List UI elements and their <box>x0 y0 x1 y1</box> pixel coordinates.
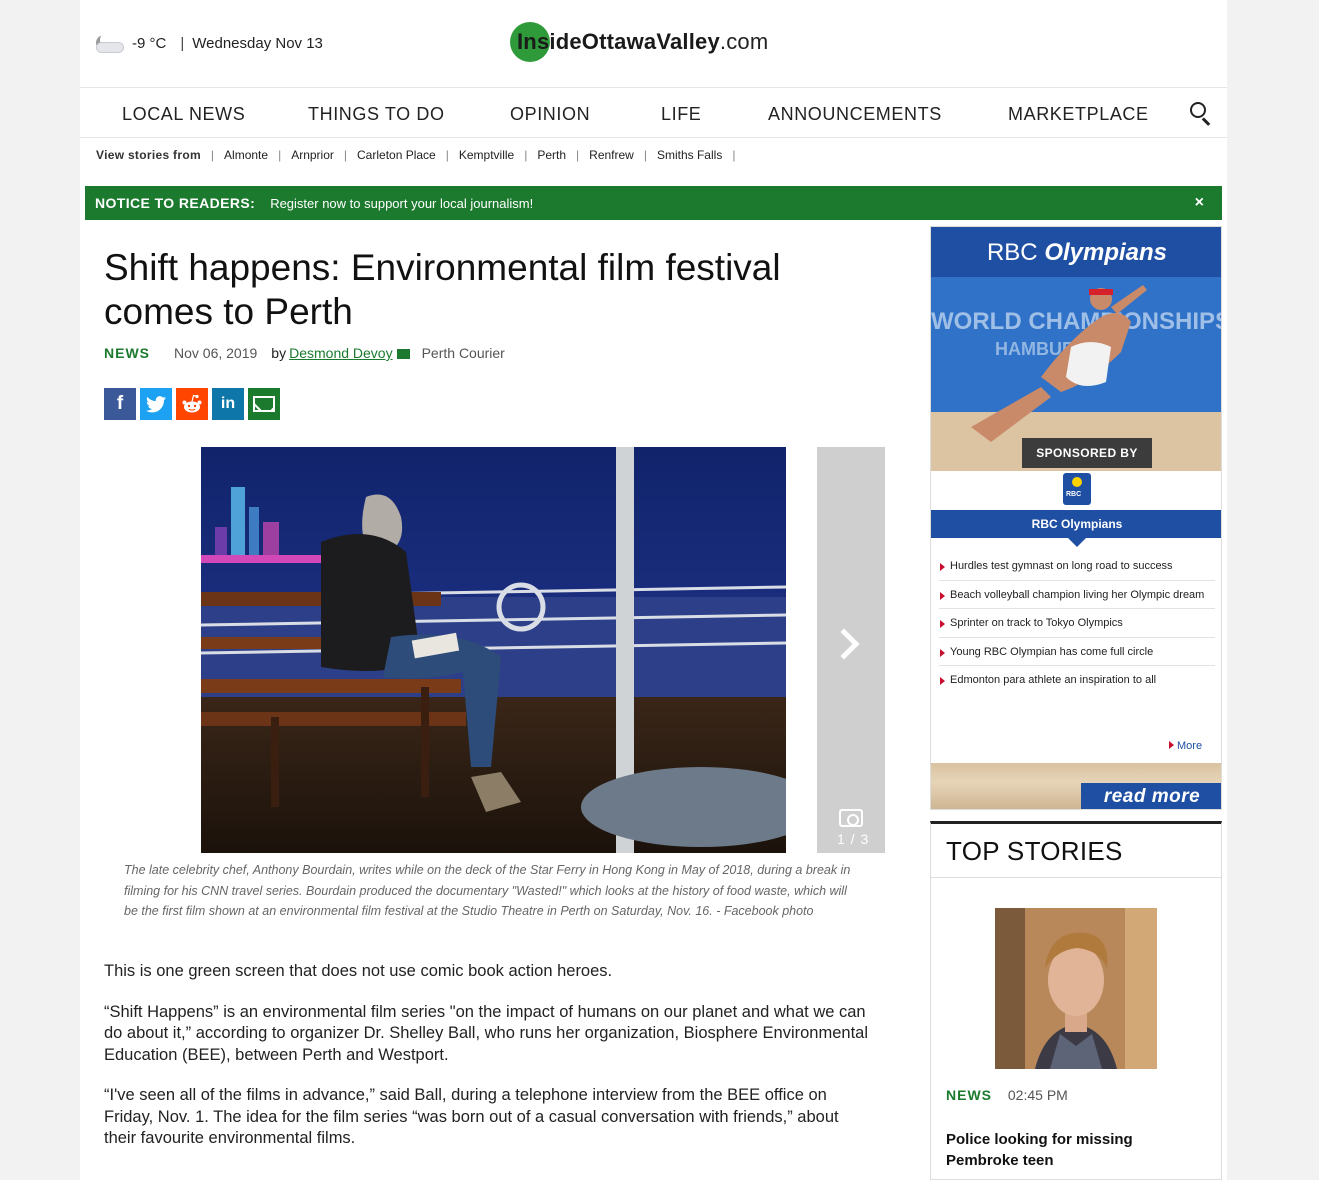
chevron-right-icon[interactable] <box>828 628 860 660</box>
nav-local-news[interactable]: LOCAL NEWS <box>122 104 245 125</box>
ad-more-link[interactable]: More <box>1169 740 1202 752</box>
top-story-meta: NEWS 02:45 PM <box>946 1087 1068 1103</box>
gallery-next-panel[interactable]: 1 / 3 <box>817 447 885 853</box>
facebook-share-button[interactable]: f <box>104 388 136 420</box>
rbc-logo-icon[interactable] <box>1063 473 1091 505</box>
page: -9 °C | Wednesday Nov 13 InsideOttawaVal… <box>80 0 1227 1180</box>
ad-more-label: More <box>1177 740 1203 752</box>
top-bar: -9 °C | Wednesday Nov 13 InsideOttawaVal… <box>80 0 1227 88</box>
sponsored-label: SPONSORED BY <box>1022 438 1152 468</box>
article-section[interactable]: NEWS <box>104 345 150 361</box>
byline-prefix: by <box>271 345 287 361</box>
linkedin-share-button[interactable]: in <box>212 388 244 420</box>
author-link[interactable]: Desmond Devoy <box>289 345 393 361</box>
ad-story-link[interactable]: Edmonton para athlete an inspiration to … <box>939 674 1215 694</box>
town-link-smiths-falls[interactable]: Smiths Falls <box>657 148 722 162</box>
notice-message[interactable]: Register now to support your local journ… <box>270 196 533 211</box>
town-link-carleton-place[interactable]: Carleton Place <box>357 148 436 162</box>
top-story-section[interactable]: NEWS <box>946 1087 992 1103</box>
ad-story-link[interactable]: Young RBC Olympian has come full circle <box>939 646 1215 666</box>
photo-caption: The late celebrity chef, Anthony Bourdai… <box>124 863 851 918</box>
town-link-arnprior[interactable]: Arnprior <box>291 148 334 162</box>
logo-suffix: .com <box>719 29 769 54</box>
article-paragraph: “Shift Happens” is an environmental film… <box>104 1002 869 1064</box>
email-icon <box>253 396 275 412</box>
nav-opinion[interactable]: OPINION <box>510 104 590 125</box>
reddit-share-button[interactable] <box>176 388 208 420</box>
separator: | <box>180 34 185 52</box>
email-share-button[interactable] <box>248 388 280 420</box>
logo-main-text: InsideOttawaValley <box>517 29 720 54</box>
notice-banner[interactable]: NOTICE TO READERS: Register now to suppo… <box>85 186 1222 220</box>
ferry-deck-photo <box>201 447 786 853</box>
article-meta: NEWS Nov 06, 2019 by Desmond Devoy Perth… <box>104 345 505 361</box>
ad-story-link[interactable]: Hurdles test gymnast on long road to suc… <box>939 560 1215 581</box>
divider <box>931 877 1221 878</box>
teen-portrait-image <box>995 908 1157 1069</box>
main-navigation: LOCAL NEWS THINGS TO DO OPINION LIFE ANN… <box>80 88 1227 138</box>
town-link-kemptville[interactable]: Kemptville <box>459 148 514 162</box>
town-link-renfrew[interactable]: Renfrew <box>589 148 634 162</box>
camera-icon <box>839 809 863 827</box>
read-more-button[interactable]: read more <box>1081 783 1221 809</box>
ad-banner-image: WORLD CHAMPIONSHIPS HAMBURG RBC Olympian… <box>931 227 1222 471</box>
top-story-time: 02:45 PM <box>1007 1087 1068 1103</box>
article-date: Nov 06, 2019 <box>174 345 258 361</box>
top-stories-panel: TOP STORIES NEWS 02:45 PM Police looking… <box>930 821 1222 1180</box>
reddit-icon <box>182 394 202 413</box>
twitter-icon <box>146 395 166 412</box>
linkedin-icon: in <box>220 395 236 412</box>
ad-band-title: RBC Olympians <box>931 510 1221 547</box>
ad-title: RBC Olympians <box>931 239 1221 267</box>
weather-night-cloud-icon <box>94 30 128 56</box>
ad-title-right: Olympians <box>1044 239 1168 266</box>
article-paragraph: This is one green screen that does not u… <box>104 962 613 980</box>
top-stories-title: TOP STORIES <box>946 836 1123 866</box>
nav-marketplace[interactable]: MARKETPLACE <box>1008 104 1149 125</box>
temperature: -9 °C <box>132 34 167 52</box>
ad-story-link[interactable]: Sprinter on track to Tokyo Olympics <box>939 617 1215 638</box>
publication-name: Perth Courier <box>421 345 505 361</box>
rbc-olympians-ad[interactable]: WORLD CHAMPIONSHIPS HAMBURG RBC Olympian… <box>930 226 1222 810</box>
nav-things-to-do[interactable]: THINGS TO DO <box>308 104 445 125</box>
close-icon[interactable]: × <box>1195 194 1204 212</box>
article-paragraph: “I've seen all of the films in advance,”… <box>104 1086 839 1147</box>
article-headline: Shift happens: Environmental film festiv… <box>104 247 781 332</box>
email-author-icon[interactable] <box>396 349 410 359</box>
nav-life[interactable]: LIFE <box>661 104 701 125</box>
ad-story-link[interactable]: Beach volleyball champion living her Oly… <box>939 589 1215 609</box>
facebook-icon: f <box>116 393 124 414</box>
nav-announcements[interactable]: ANNOUNCEMENTS <box>768 104 942 125</box>
share-buttons: f in <box>104 388 280 420</box>
svg-text:WORLD CHAMPIONSHIPS: WORLD CHAMPIONSHIPS <box>931 308 1222 335</box>
ad-story-list: Hurdles test gymnast on long road to suc… <box>939 560 1215 702</box>
article-body: This is one green screen that does not u… <box>104 961 874 1169</box>
town-link-perth[interactable]: Perth <box>537 148 566 162</box>
stories-nav-label: View stories from <box>96 148 201 162</box>
twitter-share-button[interactable] <box>140 388 172 420</box>
gallery-count: 1 / 3 <box>837 831 870 847</box>
article-photo[interactable] <box>201 447 786 853</box>
search-icon[interactable] <box>1190 102 1212 126</box>
notice-label: NOTICE TO READERS: <box>95 195 256 211</box>
town-link-almonte[interactable]: Almonte <box>224 148 268 162</box>
top-story-photo[interactable] <box>995 908 1157 1069</box>
top-story-headline[interactable]: Police looking for missing Pembroke teen <box>946 1129 1206 1171</box>
site-logo[interactable]: InsideOttawaValley.com <box>510 22 768 62</box>
stories-by-town-nav: View stories from | Almonte | Arnprior |… <box>96 148 736 162</box>
ad-title-left: RBC <box>986 239 1038 266</box>
weather-widget[interactable]: -9 °C | Wednesday Nov 13 <box>94 30 323 56</box>
current-date: Wednesday Nov 13 <box>192 34 323 52</box>
